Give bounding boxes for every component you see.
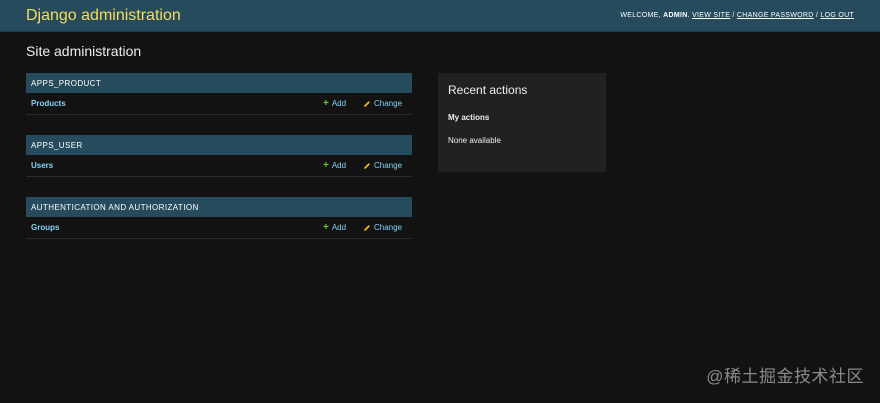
change-products-button[interactable]: Change — [363, 99, 402, 108]
content: Site administration APPS_PRODUCT Product… — [26, 40, 880, 239]
empty-actions-text: None available — [448, 136, 501, 145]
recent-actions-title: Recent actions — [448, 83, 528, 97]
view-site-link[interactable]: VIEW SITE — [692, 12, 730, 19]
my-actions-heading: My actions — [448, 113, 490, 122]
model-row-groups: Groups + Add Change — [26, 217, 412, 239]
pencil-icon — [364, 224, 370, 231]
welcome-text: WELCOME, — [620, 12, 661, 19]
add-users-button[interactable]: + Add — [323, 159, 347, 171]
app-list: APPS_PRODUCT Products + Add Change APPS_… — [26, 73, 412, 259]
add-label: Add — [331, 161, 347, 170]
user-tools: WELCOME, ADMIN. VIEW SITE / CHANGE PASSW… — [620, 12, 854, 19]
change-label: Change — [374, 223, 403, 232]
app-module-apps-product: APPS_PRODUCT Products + Add Change — [26, 73, 412, 115]
add-label: Add — [331, 223, 347, 232]
model-row-products: Products + Add Change — [26, 93, 412, 115]
change-label: Change — [374, 161, 403, 170]
change-users-button[interactable]: Change — [363, 161, 402, 170]
plus-icon: + — [323, 221, 329, 233]
plus-icon: + — [323, 159, 329, 171]
username: ADMIN — [663, 12, 688, 19]
separator: / — [732, 12, 735, 19]
app-module-auth: AUTHENTICATION AND AUTHORIZATION Groups … — [26, 197, 412, 239]
model-link-products[interactable]: Products — [26, 99, 66, 108]
app-module-apps-user: APPS_USER Users + Add Change — [26, 135, 412, 177]
add-label: Add — [331, 99, 347, 108]
site-branding[interactable]: Django administration — [26, 7, 181, 25]
model-row-users: Users + Add Change — [26, 155, 412, 177]
pencil-icon — [364, 100, 370, 107]
add-groups-button[interactable]: + Add — [323, 221, 347, 233]
page-title: Site administration — [26, 43, 142, 59]
pencil-icon — [364, 162, 370, 169]
add-products-button[interactable]: + Add — [323, 97, 347, 109]
change-password-link[interactable]: CHANGE PASSWORD — [737, 12, 814, 19]
header: Django administration WELCOME, ADMIN. VI… — [0, 0, 880, 32]
change-groups-button[interactable]: Change — [363, 223, 402, 232]
plus-icon: + — [323, 97, 329, 109]
separator: / — [815, 12, 819, 19]
recent-actions-panel: Recent actions My actions None available — [438, 73, 606, 172]
change-label: Change — [374, 99, 403, 108]
module-caption[interactable]: APPS_PRODUCT — [26, 73, 412, 93]
model-link-users[interactable]: Users — [26, 161, 53, 170]
model-link-groups[interactable]: Groups — [26, 223, 59, 232]
module-caption[interactable]: APPS_USER — [26, 135, 412, 155]
watermark: @稀土掘金技术社区 — [706, 367, 864, 386]
module-caption[interactable]: AUTHENTICATION AND AUTHORIZATION — [26, 197, 412, 217]
log-out-link[interactable]: LOG OUT — [820, 12, 854, 19]
